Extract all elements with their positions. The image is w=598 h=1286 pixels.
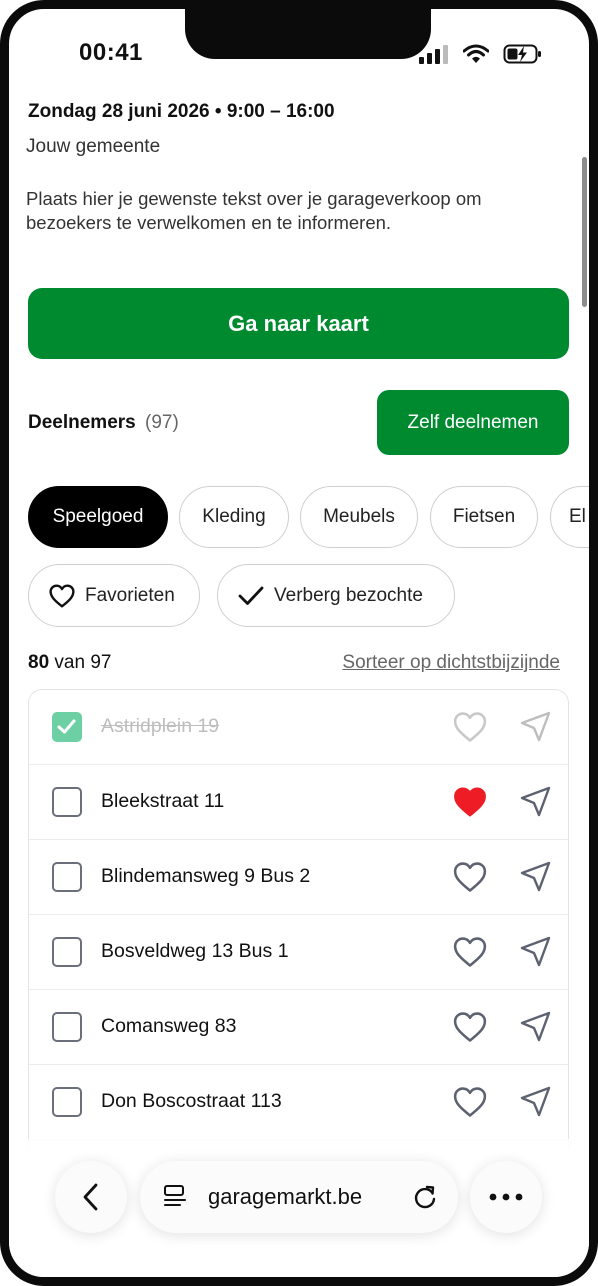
status-icons xyxy=(419,43,543,65)
address-row[interactable]: Don Boscostraat 113 xyxy=(29,1065,568,1140)
browser-url: garagemarkt.be xyxy=(208,1184,363,1209)
address-label: Blindemansweg 9 Bus 2 xyxy=(101,865,311,887)
results-total: van 97 xyxy=(54,652,112,673)
category-chips: Speelgoed Kleding Meubels Fietsen El xyxy=(28,486,589,552)
reload-icon[interactable] xyxy=(411,1183,439,1211)
navigate-arrow-icon[interactable] xyxy=(517,1084,553,1120)
event-intro-text: Plaats hier je gewenste tekst over je ga… xyxy=(26,188,482,233)
category-chip-el[interactable]: El xyxy=(550,486,589,548)
address-row[interactable]: Bosveldweg 13 Bus 1 xyxy=(29,915,568,990)
favorite-heart-filled-icon[interactable] xyxy=(453,785,487,819)
address-row[interactable]: Comansweg 83 xyxy=(29,990,568,1065)
event-date: Zondag 28 juni 2026 • 9:00 – 16:00 xyxy=(28,101,335,122)
battery-charging-icon xyxy=(503,44,541,64)
favorite-heart-icon[interactable] xyxy=(453,710,487,744)
browser-address-bar[interactable]: garagemarkt.be xyxy=(140,1161,458,1233)
results-count: 80 van 97 xyxy=(28,652,111,674)
address-row[interactable]: Astridplein 19 xyxy=(29,690,568,765)
visited-checkbox[interactable] xyxy=(52,712,82,742)
address-label: Bosveldweg 13 Bus 1 xyxy=(101,940,289,962)
sort-nearest-link[interactable]: Sorteer op dichtstbijzijnde xyxy=(342,652,560,674)
address-row[interactable]: Blindemansweg 9 Bus 2 xyxy=(29,840,568,915)
visited-checkbox[interactable] xyxy=(52,1087,82,1117)
hide-visited-filter-label: Verberg bezochte xyxy=(274,584,423,606)
checkmark-icon xyxy=(238,586,264,605)
navigate-arrow-icon[interactable] xyxy=(517,859,553,895)
browser-more-button[interactable] xyxy=(470,1161,542,1233)
participants-count: (97) xyxy=(145,412,179,433)
join-button[interactable]: Zelf deelnemen xyxy=(377,390,569,455)
address-row[interactable]: Bleekstraat 11 xyxy=(29,765,568,840)
page-menu-icon xyxy=(164,1185,186,1206)
event-municipality: Jouw gemeente xyxy=(26,136,161,157)
status-time: 00:41 xyxy=(79,39,143,66)
browser-back-button[interactable] xyxy=(55,1161,127,1233)
address-label: Bleekstraat 11 xyxy=(101,790,225,812)
heart-outline-icon xyxy=(49,584,75,607)
address-label: Comansweg 83 xyxy=(101,1015,237,1037)
favorites-filter-label: Favorieten xyxy=(85,584,175,606)
phone-frame: 00:41 Zondag 28 juni 2026 • 9:00 – 16:00… xyxy=(0,0,598,1286)
visited-checkbox[interactable] xyxy=(52,787,82,817)
address-list: Astridplein 19 Bleekstraat 11 Blindemans… xyxy=(28,689,569,1149)
favorite-heart-icon[interactable] xyxy=(453,860,487,894)
navigate-arrow-icon[interactable] xyxy=(517,709,553,745)
go-to-map-button[interactable]: Ga naar kaart xyxy=(28,288,569,359)
address-label: Don Boscostraat 113 xyxy=(101,1090,282,1112)
participants-heading: Deelnemers (97) xyxy=(28,412,179,434)
category-chip-kleding[interactable]: Kleding xyxy=(179,486,289,548)
navigate-arrow-icon[interactable] xyxy=(517,784,553,820)
navigate-arrow-icon[interactable] xyxy=(517,934,553,970)
page-scrollbar[interactable] xyxy=(582,157,587,307)
navigate-arrow-icon[interactable] xyxy=(517,1009,553,1045)
favorite-heart-icon[interactable] xyxy=(453,935,487,969)
wifi-icon xyxy=(463,44,489,63)
favorites-filter-button[interactable]: Favorieten xyxy=(28,564,200,627)
results-shown: 80 xyxy=(28,652,50,673)
address-label: Astridplein 19 xyxy=(101,715,220,737)
category-chip-speelgoed[interactable]: Speelgoed xyxy=(28,486,168,548)
chevron-left-icon xyxy=(83,1183,98,1211)
more-dots-icon xyxy=(489,1193,523,1201)
notch xyxy=(185,9,431,59)
checkmark-icon xyxy=(57,719,76,734)
favorite-heart-icon[interactable] xyxy=(453,1010,487,1044)
category-chip-meubels[interactable]: Meubels xyxy=(300,486,418,548)
visited-checkbox[interactable] xyxy=(52,862,82,892)
hide-visited-filter-button[interactable]: Verberg bezochte xyxy=(217,564,455,627)
participants-label: Deelnemers xyxy=(28,412,136,433)
visited-checkbox[interactable] xyxy=(52,937,82,967)
category-chip-fietsen[interactable]: Fietsen xyxy=(430,486,538,548)
visited-checkbox[interactable] xyxy=(52,1012,82,1042)
cellular-signal-icon xyxy=(419,45,448,64)
favorite-heart-icon[interactable] xyxy=(453,1085,487,1119)
